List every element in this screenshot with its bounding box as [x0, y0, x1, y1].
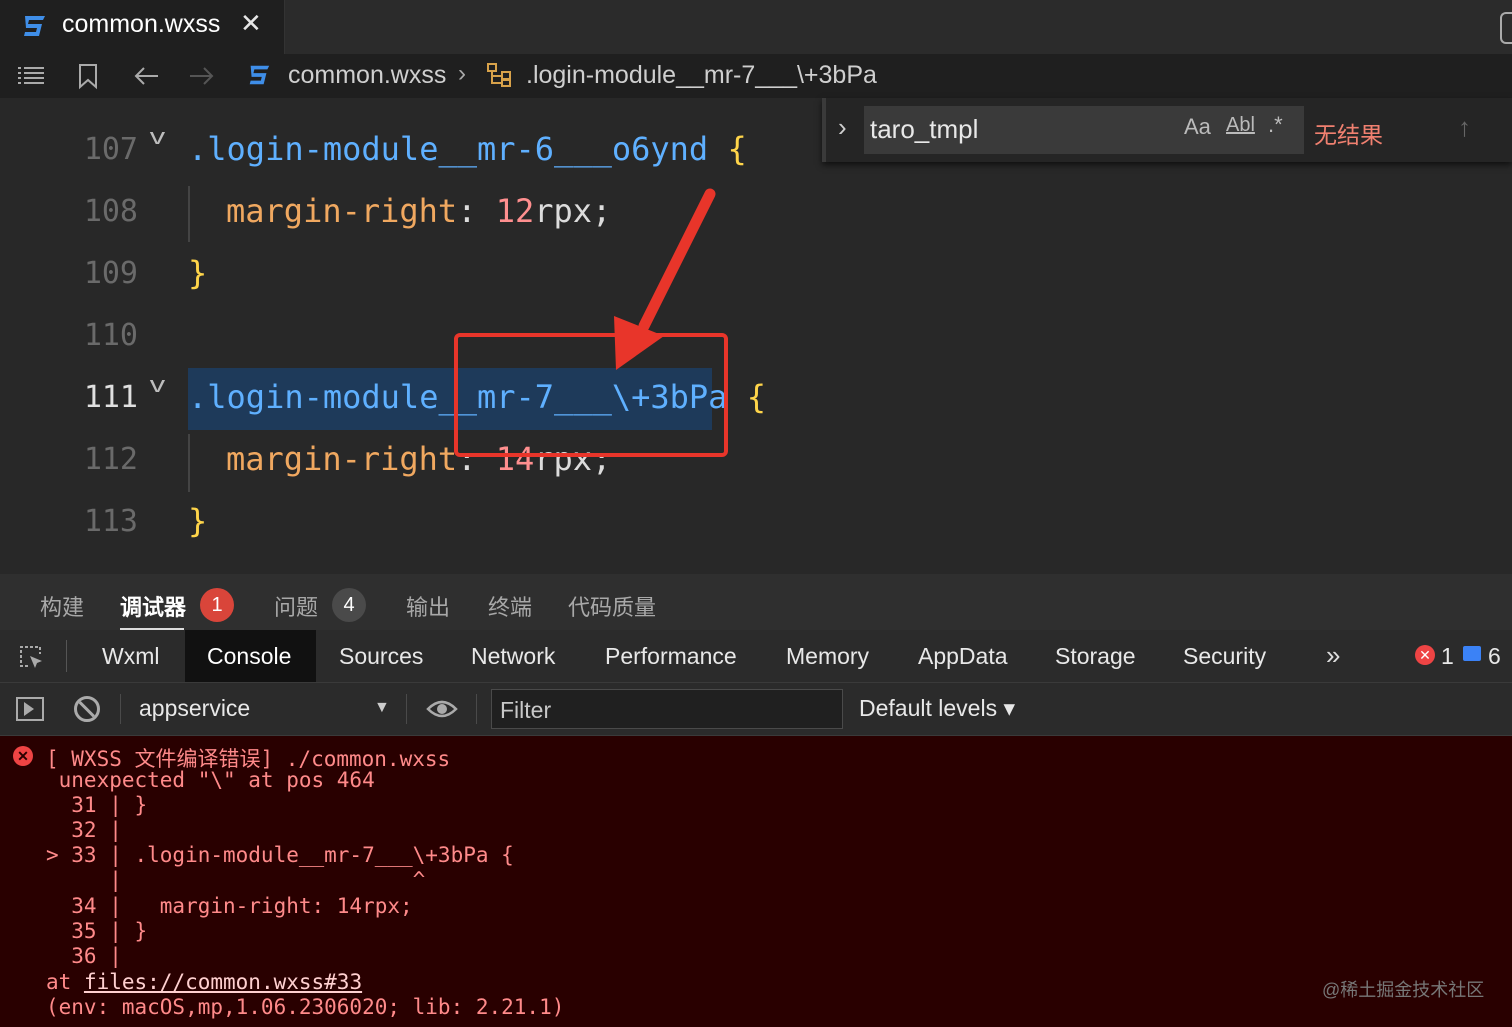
regex-icon[interactable]: .*	[1268, 112, 1283, 138]
debugger-badge: 1	[200, 588, 234, 622]
code-line: }	[188, 254, 208, 292]
console-error-line: 35 | }	[46, 919, 148, 943]
source-link[interactable]: files://common.wxss#33	[84, 970, 362, 994]
console-error-line: unexpected "\" at pos 464	[46, 768, 375, 792]
divider	[476, 694, 477, 724]
console-error-line: 31 | }	[46, 793, 148, 817]
error-count[interactable]: 1	[1441, 643, 1454, 670]
console-error-line: 36 |	[46, 944, 122, 968]
console-error-line: > 33 | .login-module__mr-7___\+3bPa {	[46, 843, 514, 867]
devtools-tab-network[interactable]: Network	[471, 643, 555, 670]
annotation-arrow	[614, 188, 716, 370]
whole-word-icon[interactable]: Abl	[1226, 114, 1255, 137]
inspect-element-icon[interactable]	[18, 644, 44, 670]
tab-terminal[interactable]: 终端	[488, 590, 532, 622]
code-line: margin-right: 12rpx;	[226, 192, 612, 230]
divider	[66, 640, 67, 672]
breadcrumb-file[interactable]: common.wxss	[288, 61, 446, 90]
fold-chevron-icon[interactable]: v	[150, 372, 165, 398]
previous-match-icon[interactable]: ↑	[1458, 112, 1471, 143]
find-input-value[interactable]: taro_tmpl	[870, 114, 978, 145]
log-levels-dropdown[interactable]: Default levels ▾	[859, 695, 1015, 722]
devtools-tab-security[interactable]: Security	[1183, 643, 1266, 670]
message-count-icon[interactable]	[1463, 646, 1481, 661]
bookmark-icon[interactable]	[76, 62, 100, 90]
devtools-tab-console[interactable]: Console	[207, 643, 291, 670]
divider	[406, 694, 407, 724]
console-error-line: 32 |	[46, 818, 122, 842]
line-number: 110	[83, 318, 138, 353]
indent-guide	[188, 186, 190, 242]
divider	[120, 694, 121, 724]
selector-symbol-icon	[487, 63, 511, 87]
console-error-location: at files://common.wxss#33	[46, 970, 362, 994]
code-line: .login-module__mr-6___o6ynd {	[188, 130, 747, 168]
line-number: 109	[83, 256, 138, 291]
sidebar-play-glyph	[24, 702, 34, 716]
line-number: 112	[83, 442, 138, 477]
tab-problems[interactable]: 问题	[274, 590, 318, 622]
tab-title: common.wxss	[62, 10, 221, 38]
line-number: 113	[83, 504, 138, 539]
line-number: 108	[83, 194, 138, 229]
eye-icon[interactable]	[426, 698, 458, 720]
breadcrumb-separator: ›	[458, 60, 466, 87]
line-number: 107	[83, 132, 138, 167]
devtools-tab-sources[interactable]: Sources	[339, 643, 423, 670]
toggle-replace-chevron-icon[interactable]: ›	[838, 112, 847, 143]
filter-placeholder[interactable]: Filter	[500, 697, 551, 724]
devtools-tab-memory[interactable]: Memory	[786, 643, 869, 670]
devtools-tab-performance[interactable]: Performance	[605, 643, 737, 670]
console-error-line: 34 | margin-right: 14rpx;	[46, 894, 413, 918]
back-arrow-icon[interactable]	[132, 62, 160, 90]
problems-badge: 4	[332, 588, 366, 622]
clear-console-icon[interactable]	[74, 696, 100, 722]
watermark: @稀土掘金技术社区	[1322, 980, 1485, 1000]
find-resize-handle[interactable]	[822, 98, 826, 162]
tab-build[interactable]: 构建	[40, 590, 84, 622]
code-line: }	[188, 502, 208, 540]
error-count-icon[interactable]: ✕	[1415, 645, 1435, 665]
list-icon[interactable]	[16, 62, 46, 90]
branch-icon[interactable]	[1500, 12, 1512, 44]
find-result-text: 无结果	[1314, 122, 1383, 148]
at-prefix: at	[46, 970, 84, 994]
context-selector[interactable]: appservice	[139, 695, 250, 722]
more-tabs-icon[interactable]: »	[1326, 640, 1340, 671]
code-editor[interactable]	[0, 98, 1512, 574]
console-env-line: (env: macOS,mp,1.06.2306020; lib: 2.21.1…	[46, 995, 565, 1019]
error-icon: ✕	[13, 746, 33, 766]
breadcrumb-selector[interactable]: .login-module__mr-7___\+3bPa	[526, 61, 877, 90]
close-icon[interactable]: ✕	[240, 8, 262, 39]
indent-guide	[188, 434, 190, 492]
message-count[interactable]: 6	[1488, 643, 1501, 670]
line-number: 111	[83, 380, 138, 415]
console-error-line: | ^	[46, 868, 426, 892]
clear-console-slash	[77, 700, 97, 719]
css-file-icon	[249, 65, 270, 85]
devtools-tab-appdata[interactable]: AppData	[918, 643, 1008, 670]
match-case-icon[interactable]: Aa	[1184, 114, 1211, 140]
tab-debugger[interactable]: 调试器	[120, 590, 186, 622]
fold-chevron-icon[interactable]: v	[150, 124, 165, 150]
dropdown-arrow-icon[interactable]: ▼	[374, 699, 390, 717]
css-file-icon	[24, 16, 45, 36]
tab-output[interactable]: 输出	[406, 590, 450, 622]
tab-code-quality[interactable]: 代码质量	[568, 590, 656, 622]
devtools-tab-wxml[interactable]: Wxml	[102, 643, 159, 670]
devtools-tab-storage[interactable]: Storage	[1055, 643, 1136, 670]
forward-arrow-icon[interactable]	[188, 62, 216, 90]
